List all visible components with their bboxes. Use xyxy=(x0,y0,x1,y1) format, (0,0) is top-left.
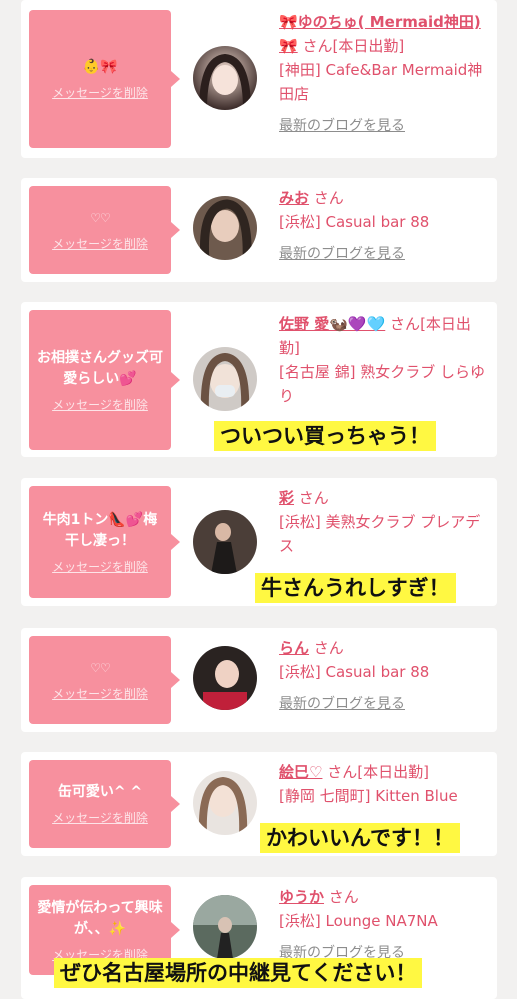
cast-info: 絵巳♡ さん[本日出勤] [静岡 七間町] Kitten Blue xyxy=(279,760,491,808)
latest-blog-link[interactable]: 最新のブログを見る xyxy=(279,242,491,266)
store-name: [浜松] Casual bar 88 xyxy=(279,663,430,681)
honorific: さん xyxy=(328,888,359,906)
overlay-caption: 牛さんうれしすぎ！ xyxy=(255,573,456,603)
honorific: さん xyxy=(302,37,333,55)
avatar[interactable] xyxy=(193,196,257,260)
message-text: ♡♡ xyxy=(90,661,111,675)
store-name: [浜松] Casual bar 88 xyxy=(279,213,430,231)
message-text: ♡♡ xyxy=(90,211,111,225)
store-name: [静岡 七間町] Kitten Blue xyxy=(279,787,458,805)
honorific: さん xyxy=(313,189,344,207)
status-badge: [本日出勤] xyxy=(357,763,429,781)
message-bubble: ♡♡ メッセージを削除 xyxy=(29,636,180,724)
message-text: お相撲さんグッズ可愛らしい💕 xyxy=(37,349,163,387)
message-text: 👶🎀 xyxy=(82,59,118,75)
delete-message-link[interactable]: メッセージを削除 xyxy=(52,84,148,101)
message-text: 牛肉1トン👠💕梅干し凄っ！ xyxy=(42,511,158,549)
avatar[interactable] xyxy=(193,46,257,110)
delete-message-link[interactable]: メッセージを削除 xyxy=(52,558,148,575)
honorific: さん xyxy=(298,489,329,507)
latest-blog-link[interactable]: 最新のブログを見る xyxy=(279,114,491,138)
latest-blog-link[interactable]: 最新のブログを見る xyxy=(279,692,491,716)
cast-info: らん さん [浜松] Casual bar 88 最新のブログを見る xyxy=(279,636,491,716)
message-bubble: ♡♡ メッセージを削除 xyxy=(29,186,180,274)
overlay-caption: ついつい買っちゃう！ xyxy=(214,421,436,451)
store-name: [浜松] Lounge NA7NA xyxy=(279,912,438,930)
avatar[interactable] xyxy=(193,347,257,411)
message-bubble: お相撲さんグッズ可愛らしい💕 メッセージを削除 xyxy=(29,310,180,450)
delete-message-link[interactable]: メッセージを削除 xyxy=(52,809,148,826)
cast-info: 佐野 愛🦦💜🩵 さん[本日出勤] [名古屋 錦] 熟女クラブ しらゆり xyxy=(279,312,491,408)
message-text: 缶可愛い^ ^ xyxy=(57,784,143,800)
cast-info: 🎀ゆのちゅ( Mermaid神田)🎀 さん[本日出勤] [神田] Cafe&Ba… xyxy=(279,10,491,138)
store-name: [名古屋 錦] 熟女クラブ しらゆり xyxy=(279,363,486,405)
delete-message-link[interactable]: メッセージを削除 xyxy=(52,396,148,413)
message-text: 愛情が伝わって興味が、、✨ xyxy=(37,899,163,937)
message-card: ♡♡ メッセージを削除 みお さん [浜松] Casual bar 88 最新の… xyxy=(21,178,497,282)
cast-name-link[interactable]: 彩 xyxy=(279,489,294,507)
honorific: さん xyxy=(390,315,421,333)
store-name: [神田] Cafe&Bar Mermaid神田店 xyxy=(279,61,483,103)
honorific: さん xyxy=(313,639,344,657)
cast-name-link[interactable]: らん xyxy=(279,639,309,657)
overlay-caption: ぜひ名古屋場所の中継見てください！ xyxy=(54,958,423,988)
cast-name-link[interactable]: みお xyxy=(279,189,309,207)
overlay-caption: かわいいんです！！ xyxy=(260,823,460,853)
message-bubble: 👶🎀 メッセージを削除 xyxy=(29,10,180,148)
avatar[interactable] xyxy=(193,646,257,710)
delete-message-link[interactable]: メッセージを削除 xyxy=(52,685,148,702)
message-card: 👶🎀 メッセージを削除 🎀ゆのちゅ( Mermaid神田)🎀 さん[本日出勤] … xyxy=(21,0,497,158)
avatar[interactable] xyxy=(193,771,257,835)
status-badge: [本日出勤] xyxy=(332,37,405,55)
cast-info: みお さん [浜松] Casual bar 88 最新のブログを見る xyxy=(279,186,491,266)
cast-info: ゆうか さん [浜松] Lounge NA7NA 最新のブログを見る xyxy=(279,885,491,965)
avatar[interactable] xyxy=(193,895,257,959)
cast-info: 彩 さん [浜松] 美熟女クラブ プレアデス xyxy=(279,486,491,558)
store-name: [浜松] 美熟女クラブ プレアデス xyxy=(279,513,481,555)
cast-name-link[interactable]: 絵巳♡ xyxy=(279,763,322,781)
message-bubble: 缶可愛い^ ^ メッセージを削除 xyxy=(29,760,180,848)
delete-message-link[interactable]: メッセージを削除 xyxy=(52,235,148,252)
cast-name-link[interactable]: 佐野 愛🦦💜🩵 xyxy=(279,315,385,333)
message-bubble: 牛肉1トン👠💕梅干し凄っ！ メッセージを削除 xyxy=(29,486,180,598)
message-card: ♡♡ メッセージを削除 らん さん [浜松] Casual bar 88 最新の… xyxy=(21,628,497,732)
cast-name-link[interactable]: ゆうか xyxy=(279,888,324,906)
avatar[interactable] xyxy=(193,510,257,574)
honorific: さん xyxy=(327,763,358,781)
